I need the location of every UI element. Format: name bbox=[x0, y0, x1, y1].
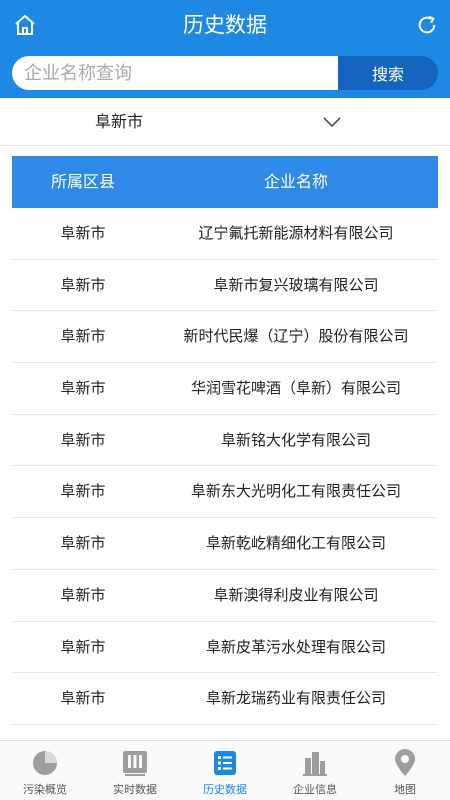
app-header: 历史数据 bbox=[0, 0, 450, 50]
tab-label: 实时数据 bbox=[113, 783, 157, 796]
row-enterprise: 阜新铭大化学有限公司 bbox=[220, 430, 371, 449]
table-row[interactable]: 阜新市 阜新铭大化学有限公司 bbox=[12, 415, 438, 467]
tab-map[interactable]: 地图 bbox=[360, 741, 450, 800]
page-title: 历史数据 bbox=[183, 13, 267, 37]
row-enterprise: 阜新皮革污水处理有限公司 bbox=[205, 637, 386, 656]
row-district: 阜新市 bbox=[60, 689, 106, 708]
row-enterprise: 阜新东大光明化工有限责任公司 bbox=[190, 482, 401, 501]
region-selected-value: 阜新市 bbox=[95, 112, 144, 131]
bar-chart-icon bbox=[123, 751, 147, 776]
refresh-button[interactable] bbox=[412, 10, 442, 40]
table-row[interactable]: 阜新市 新时代民爆（辽宁）股份有限公司 bbox=[12, 311, 438, 364]
row-enterprise: 新时代民爆（辽宁）股份有限公司 bbox=[183, 327, 409, 346]
tab-history-data[interactable]: 历史数据 bbox=[180, 741, 270, 800]
row-district: 阜新市 bbox=[60, 379, 106, 398]
region-selector[interactable]: 阜新市 bbox=[0, 98, 450, 146]
tab-enterprise-info[interactable]: 企业信息 bbox=[270, 741, 360, 800]
row-district: 阜新市 bbox=[60, 637, 106, 656]
row-district: 阜新市 bbox=[60, 534, 106, 553]
row-district: 阜新市 bbox=[60, 585, 106, 604]
building-icon bbox=[303, 752, 327, 776]
table-header: 所属区县 企业名称 bbox=[12, 156, 438, 208]
refresh-icon bbox=[418, 15, 436, 34]
pie-chart-icon bbox=[33, 751, 57, 775]
tab-label: 污染概览 bbox=[23, 783, 67, 796]
map-pin-icon bbox=[395, 749, 415, 776]
row-district: 阜新市 bbox=[60, 430, 106, 449]
enterprise-table: 所属区县 企业名称 阜新市 辽宁氟托新能源材料有限公司 阜新市 阜新市复兴玻璃有限公… bbox=[12, 156, 438, 725]
tab-realtime-data[interactable]: 实时数据 bbox=[90, 741, 180, 800]
search-button[interactable]: 搜索 bbox=[338, 56, 438, 90]
row-enterprise: 辽宁氟托新能源材料有限公司 bbox=[198, 224, 394, 242]
chevron-down-icon bbox=[323, 117, 341, 128]
row-enterprise: 阜新乾屹精细化工有限公司 bbox=[205, 534, 386, 553]
row-enterprise: 华润雪花啤酒（阜新）有限公司 bbox=[190, 379, 401, 398]
column-header-enterprise: 企业名称 bbox=[263, 172, 328, 191]
bottom-tab-bar: 污染概览 实时数据 历史数据 企业信息 地图 bbox=[0, 740, 450, 800]
table-row[interactable]: 阜新市 阜新东大光明化工有限责任公司 bbox=[12, 466, 438, 519]
column-header-district: 所属区县 bbox=[50, 172, 115, 191]
search-bar: 搜索 bbox=[0, 50, 450, 98]
tab-pollution-overview[interactable]: 污染概览 bbox=[0, 741, 90, 800]
row-enterprise: 阜新龙瑞药业有限责任公司 bbox=[205, 689, 386, 708]
table-row[interactable]: 阜新市 阜新皮革污水处理有限公司 bbox=[12, 622, 438, 674]
table-row[interactable]: 阜新市 阜新市复兴玻璃有限公司 bbox=[12, 260, 438, 312]
table-row[interactable]: 阜新市 阜新龙瑞药业有限责任公司 bbox=[12, 673, 438, 725]
tab-label: 企业信息 bbox=[293, 783, 337, 796]
row-district: 阜新市 bbox=[60, 327, 106, 346]
table-row[interactable]: 阜新市 阜新乾屹精细化工有限公司 bbox=[12, 518, 438, 570]
table-row[interactable]: 阜新市 阜新澳得利皮业有限公司 bbox=[12, 570, 438, 622]
row-district: 阜新市 bbox=[60, 482, 106, 501]
list-icon bbox=[214, 751, 236, 775]
table-row[interactable]: 阜新市 华润雪花啤酒（阜新）有限公司 bbox=[12, 363, 438, 415]
row-district: 阜新市 bbox=[60, 275, 106, 294]
search-input[interactable] bbox=[12, 56, 340, 90]
row-district: 阜新市 bbox=[60, 224, 106, 242]
tab-label: 地图 bbox=[394, 783, 416, 796]
tab-label: 历史数据 bbox=[203, 783, 247, 796]
row-enterprise: 阜新市复兴玻璃有限公司 bbox=[213, 275, 379, 294]
row-enterprise: 阜新澳得利皮业有限公司 bbox=[213, 585, 379, 604]
table-row[interactable]: 阜新市 辽宁氟托新能源材料有限公司 bbox=[12, 208, 438, 260]
